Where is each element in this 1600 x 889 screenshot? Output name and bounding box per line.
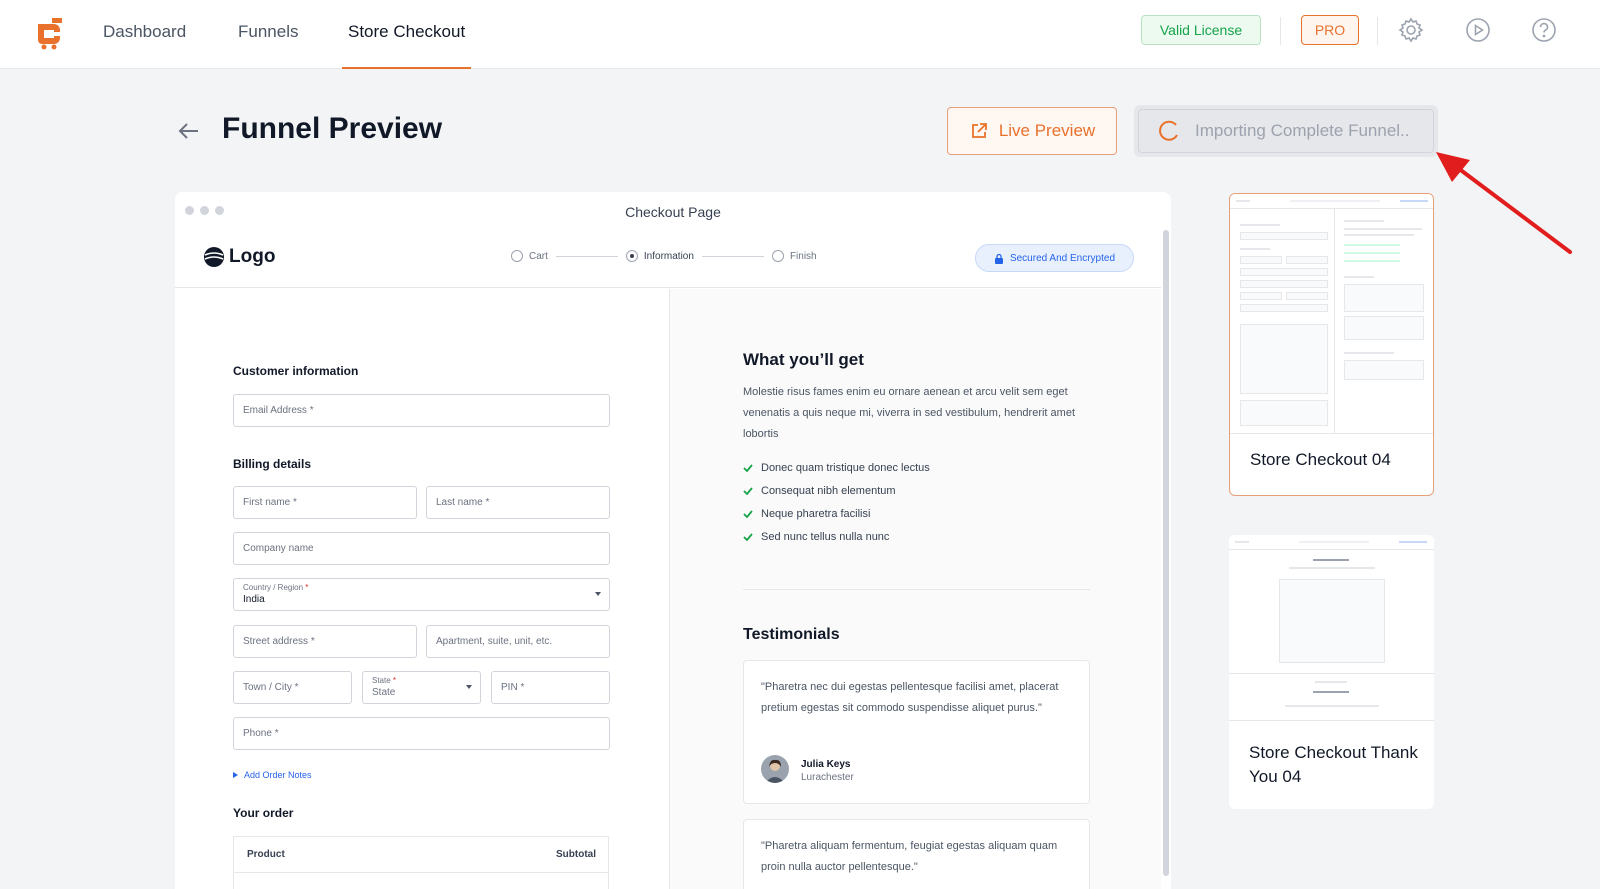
preview-scrollbar[interactable] <box>1163 230 1169 876</box>
template-card-store-checkout-thank-you[interactable]: Store Checkout Thank You 04 <box>1229 535 1434 809</box>
checkout-header: Logo Cart Information Finish Secured And… <box>175 232 1161 288</box>
template-label: Store Checkout Thank You 04 <box>1249 743 1418 786</box>
live-preview-button[interactable]: Live Preview <box>947 107 1117 155</box>
apartment-field[interactable]: Apartment, suite, unit, etc. <box>426 625 610 658</box>
tab-store-checkout[interactable]: Store Checkout <box>341 0 472 69</box>
testimonial-card: "Pharetra nec dui egestas pellentesque f… <box>743 660 1090 804</box>
chevron-down-icon <box>595 592 601 596</box>
phone-field[interactable]: Phone * <box>233 717 610 750</box>
list-item: Neque pharetra facilisi <box>743 502 930 525</box>
street-address-field[interactable]: Street address * <box>233 625 417 658</box>
avatar <box>761 755 789 783</box>
lock-icon <box>994 253 1003 264</box>
testimonial-quote: "Pharetra aliquam fermentum, feugiat ege… <box>761 840 1058 873</box>
play-video-icon[interactable] <box>1464 16 1492 44</box>
first-name-field[interactable]: First name * <box>233 486 417 519</box>
testimonials-title: Testimonials <box>743 626 840 643</box>
tab-funnels[interactable]: Funnels <box>238 0 298 69</box>
template-thumbnail <box>1230 194 1433 434</box>
step-cart[interactable]: Cart <box>511 250 548 262</box>
live-preview-label: Live Preview <box>998 121 1096 140</box>
check-icon <box>743 532 753 541</box>
gear-icon[interactable] <box>1397 16 1425 44</box>
caret-right-icon <box>233 772 238 778</box>
annotation-arrow-icon <box>1436 152 1572 254</box>
list-item: Donec quam tristique donec lectus <box>743 456 930 479</box>
step-finish[interactable]: Finish <box>771 250 817 262</box>
page-title: Funnel Preview <box>222 112 443 145</box>
valid-license-badge: Valid License <box>1141 15 1261 45</box>
what-you-get-title: What you’ll get <box>743 350 864 369</box>
testimonial-quote: "Pharetra nec dui egestas pellentesque f… <box>761 681 1059 714</box>
loading-spinner-icon <box>1159 120 1178 141</box>
chevron-down-icon <box>466 685 472 689</box>
template-label: Store Checkout 04 <box>1250 450 1391 469</box>
your-order-title: Your order <box>233 806 294 820</box>
divider <box>1280 17 1281 45</box>
divider <box>669 289 670 889</box>
import-funnel-button[interactable]: Importing Complete Funnel.. <box>1134 105 1438 157</box>
check-icon <box>743 486 753 495</box>
back-arrow-icon[interactable] <box>176 118 202 144</box>
checkout-preview-frame: Checkout Page Logo Cart Information Fini… <box>175 192 1171 889</box>
list-item: Sed nunc tellus nulla nunc <box>743 525 930 548</box>
order-table: Product Subtotal <box>233 836 609 889</box>
testimonial-card: "Pharetra aliquam fermentum, feugiat ege… <box>743 819 1090 889</box>
check-icon <box>743 463 753 472</box>
import-funnel-label: Importing Complete Funnel.. <box>1195 121 1410 140</box>
external-link-icon <box>971 123 987 138</box>
last-name-field[interactable]: Last name * <box>426 486 610 519</box>
town-field[interactable]: Town / City * <box>233 671 352 704</box>
billing-title: Billing details <box>233 457 312 471</box>
checkout-steps: Cart Information Finish <box>511 250 817 262</box>
pro-badge[interactable]: PRO <box>1301 15 1359 45</box>
top-navigation: Dashboard Funnels Store Checkout Valid L… <box>0 0 1600 69</box>
logo-mark-icon <box>204 247 224 267</box>
company-field[interactable]: Company name <box>233 532 610 565</box>
list-item: Consequat nibh elementum <box>743 479 930 502</box>
testimonial-location: Lurachester <box>801 772 854 783</box>
country-select[interactable]: Country / Region * India <box>233 578 610 611</box>
testimonial-author: Julia Keys <box>801 759 851 770</box>
customer-info-title: Customer information <box>233 364 359 378</box>
what-you-get-text: Molestie risus fames enim eu ornare aene… <box>743 386 1076 440</box>
check-icon <box>743 509 753 518</box>
template-thumbnail <box>1229 535 1434 721</box>
secured-badge: Secured And Encrypted <box>975 244 1134 272</box>
divider <box>743 589 1090 590</box>
benefits-list: Donec quam tristique donec lectus Conseq… <box>743 456 930 548</box>
divider <box>1377 17 1378 45</box>
template-card-store-checkout[interactable]: Store Checkout 04 <box>1229 193 1434 496</box>
pin-field[interactable]: PIN * <box>491 671 610 704</box>
state-select[interactable]: State * State <box>362 671 481 704</box>
step-information[interactable]: Information <box>625 250 694 262</box>
cartflows-logo[interactable] <box>32 14 68 50</box>
help-icon[interactable] <box>1530 16 1558 44</box>
order-table-header: Product Subtotal <box>234 837 608 873</box>
site-logo: Logo <box>203 246 275 268</box>
add-order-notes-link[interactable]: Add Order Notes <box>233 770 312 780</box>
tab-dashboard[interactable]: Dashboard <box>103 0 186 69</box>
preview-window-title: Checkout Page <box>625 204 721 220</box>
email-field[interactable]: Email Address * <box>233 394 610 427</box>
